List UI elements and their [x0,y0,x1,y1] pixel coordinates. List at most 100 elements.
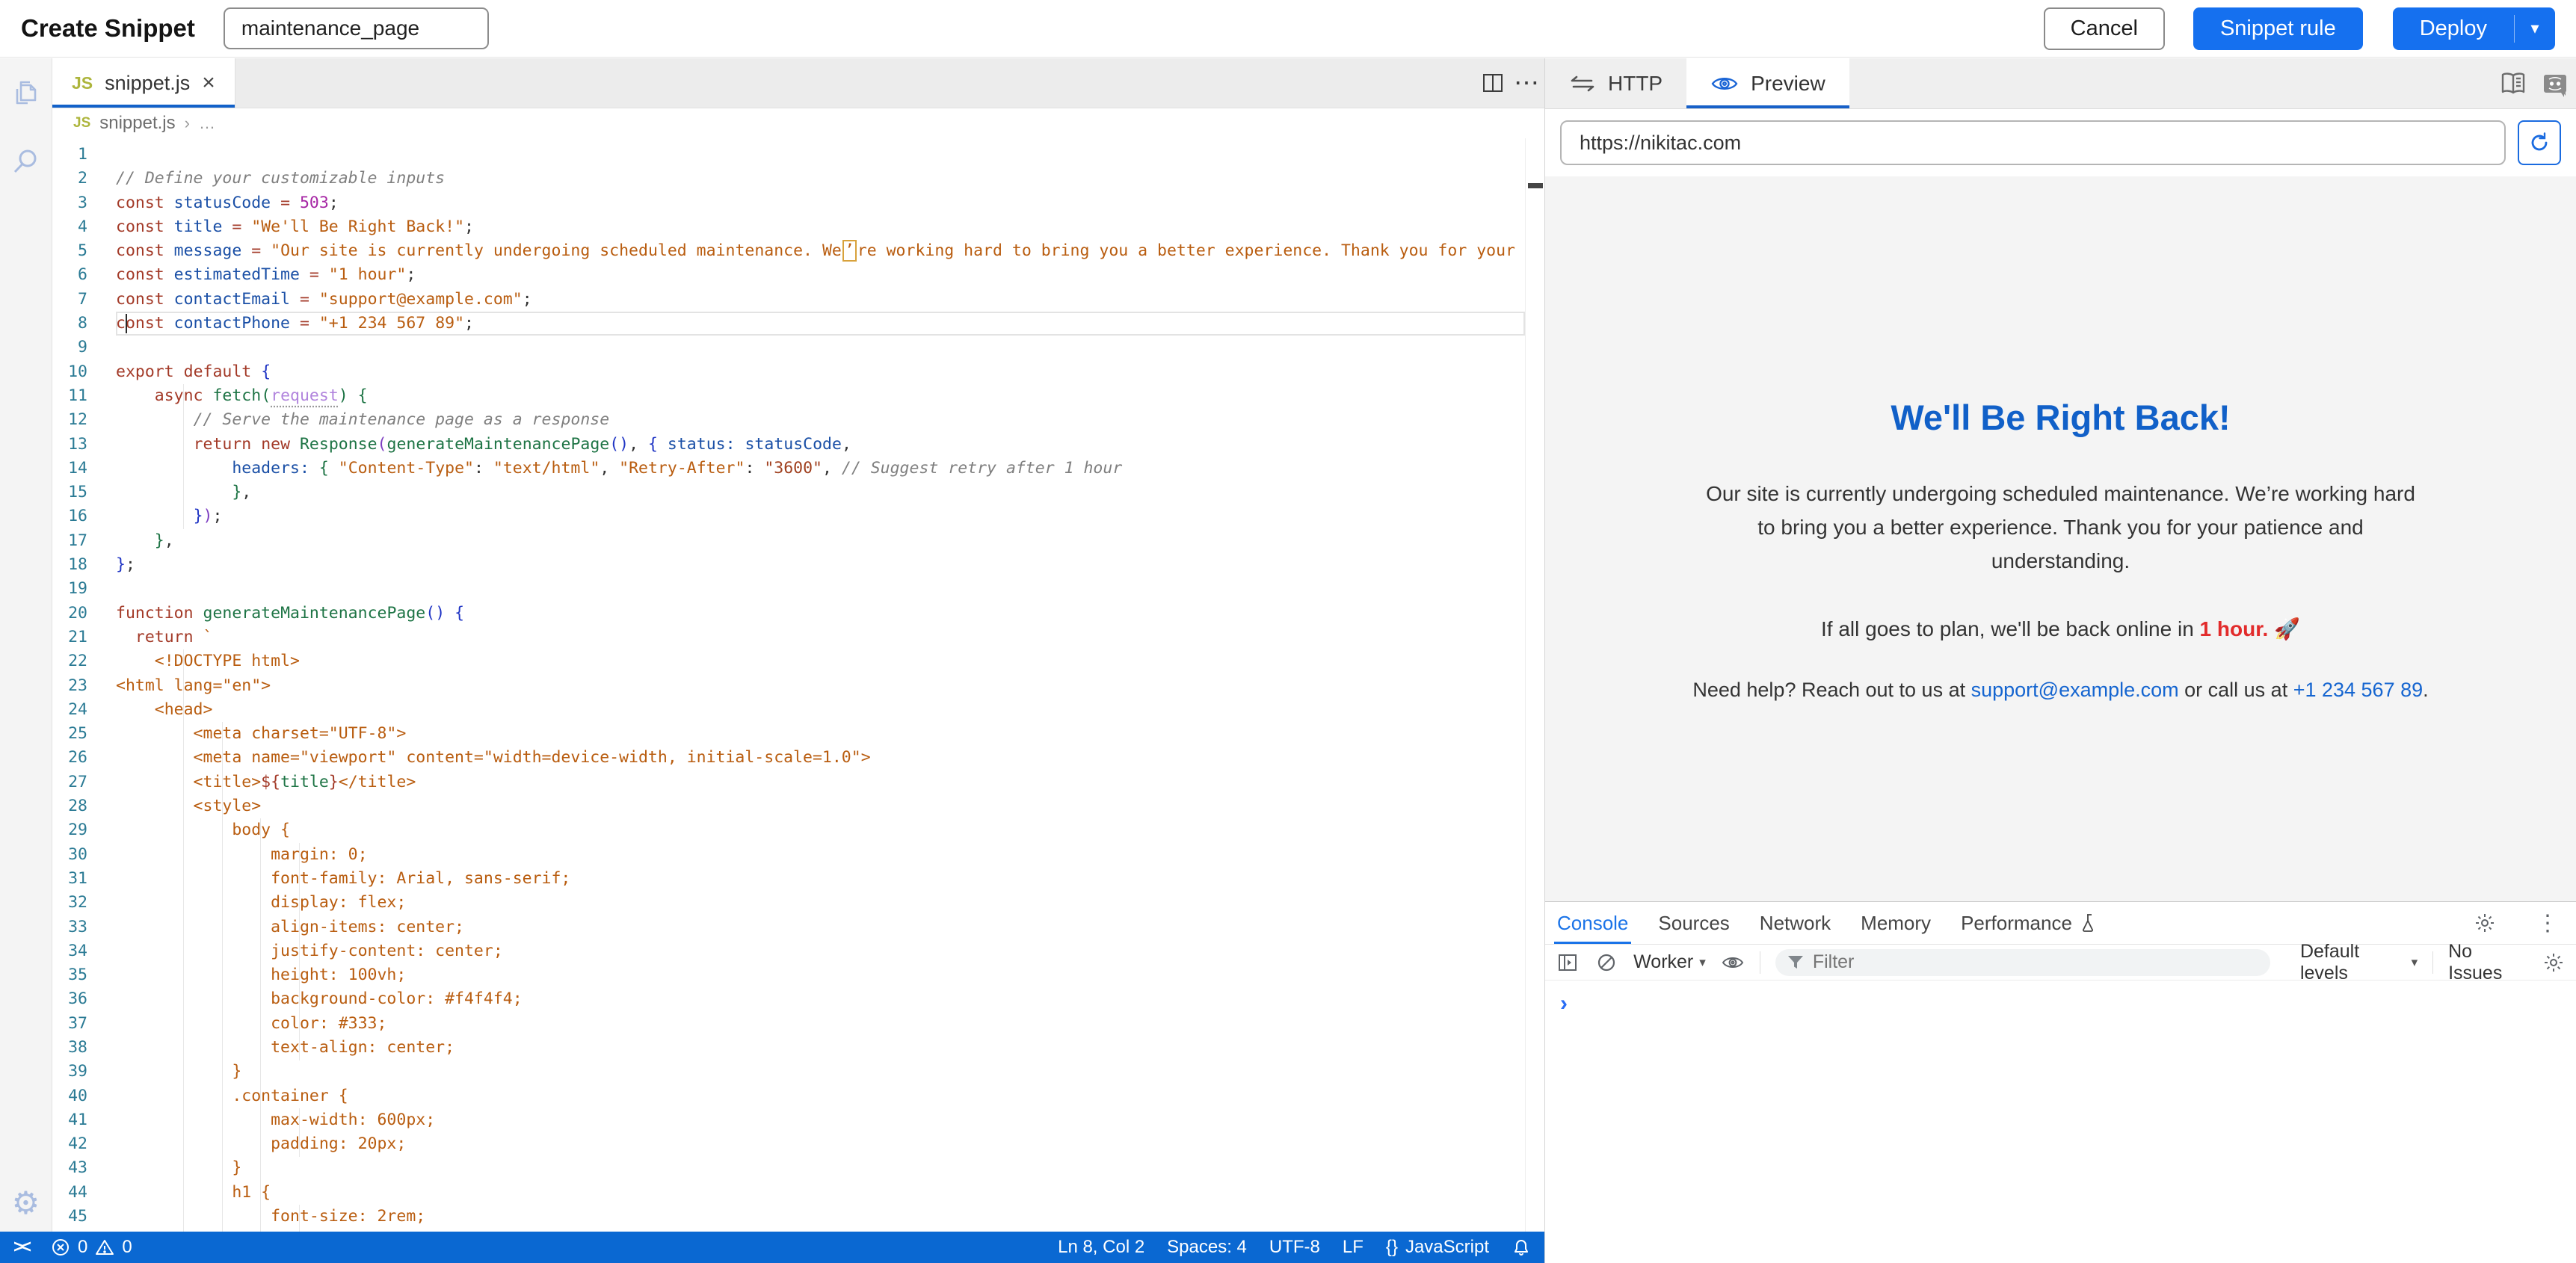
code-line[interactable]: 4const title = "We'll Be Right Back!"; [52,215,1525,239]
support-email-link[interactable]: support@example.com [1971,679,2179,701]
search-icon[interactable] [11,146,41,176]
code-line[interactable]: 39 } [52,1060,1525,1084]
more-actions-icon[interactable]: ⋯ [1510,58,1544,108]
code-line[interactable]: 11 async fetch(request) { [52,384,1525,408]
code-line[interactable]: 31 font-family: Arial, sans-serif; [52,867,1525,891]
code-line[interactable]: 8const contactPhone = "+1 234 567 89"; [52,312,1525,336]
refresh-button[interactable] [2518,120,2561,165]
code-line[interactable]: 40 .container { [52,1084,1525,1108]
code-line[interactable]: 12 // Serve the maintenance page as a re… [52,408,1525,432]
url-input[interactable] [1560,120,2506,165]
code-line[interactable]: 42 padding: 20px; [52,1132,1525,1156]
code-line[interactable]: 37 color: #333; [52,1012,1525,1036]
line-content [116,143,1525,167]
code-line[interactable]: 30 margin: 0; [52,843,1525,867]
tab-sources[interactable]: Sources [1658,902,1729,944]
snippet-name-input[interactable] [224,7,489,49]
code-line[interactable]: 36 background-color: #f4f4f4; [52,987,1525,1011]
deploy-button[interactable]: Deploy [2393,7,2514,50]
code-line[interactable]: 13 return new Response(generateMaintenan… [52,433,1525,457]
code-line[interactable]: 44 h1 { [52,1181,1525,1205]
log-levels-selector[interactable]: Default levels▾ [2300,941,2418,984]
line-content: function generateMaintenancePage() { [116,602,1525,626]
code-line[interactable]: 21 return ` [52,626,1525,649]
context-selector[interactable]: Worker▾ [1633,951,1706,973]
code-line[interactable]: 1 [52,143,1525,167]
tab-http[interactable]: HTTP [1545,58,1686,108]
code-line[interactable]: 45 font-size: 2rem; [52,1205,1525,1229]
code-line[interactable]: 16 }); [52,504,1525,528]
encoding-setting[interactable]: UTF-8 [1269,1237,1320,1258]
code-line[interactable]: 2// Define your customizable inputs [52,167,1525,191]
code-line[interactable]: 43 } [52,1156,1525,1180]
console-sidebar-icon[interactable] [1556,952,1580,973]
line-number: 31 [52,867,116,891]
code-line[interactable]: 5const message = "Our site is currently … [52,239,1525,263]
indentation-setting[interactable]: Spaces: 4 [1167,1237,1247,1258]
code-line[interactable]: 18}; [52,553,1525,577]
code-line[interactable]: 26 <meta name="viewport" content="width=… [52,746,1525,770]
live-expression-eye-icon[interactable] [1721,954,1745,972]
code-line[interactable]: 17 }, [52,529,1525,553]
code-line[interactable]: 33 align-items: center; [52,915,1525,939]
code-line[interactable]: 22 <!DOCTYPE html> [52,649,1525,673]
clear-console-icon[interactable] [1594,952,1618,973]
code-line[interactable]: 15 }, [52,481,1525,504]
code-line[interactable]: 20function generateMaintenancePage() { [52,602,1525,626]
console-output[interactable]: › [1545,981,2576,1263]
console-prompt[interactable]: › [1560,991,1568,1016]
breadcrumb[interactable]: JS snippet.js › … [52,108,1544,138]
tab-console[interactable]: Console [1557,902,1628,944]
code-line[interactable]: 6const estimatedTime = "1 hour"; [52,263,1525,287]
problems-indicator[interactable]: 0 0 [51,1237,132,1258]
discord-chat-icon[interactable] [2534,58,2576,108]
deploy-dropdown-button[interactable]: ▾ [2515,7,2555,50]
tab-memory[interactable]: Memory [1861,902,1931,944]
code-line[interactable]: 7const contactEmail = "support@example.c… [52,288,1525,312]
remote-indicator[interactable]: >< [13,1237,28,1258]
code-line[interactable]: 35 height: 100vh; [52,963,1525,987]
settings-gear-icon[interactable]: ⚙ [11,1188,41,1218]
code-line[interactable]: 23<html lang="en"> [52,674,1525,698]
code-line[interactable]: 41 max-width: 600px; [52,1108,1525,1132]
snippet-rule-button[interactable]: Snippet rule [2193,7,2363,50]
language-mode[interactable]: {} JavaScript [1386,1237,1489,1258]
code-line[interactable]: 46 color: #0056b3; [52,1229,1525,1232]
filter-input[interactable] [1813,951,2231,973]
issues-counter[interactable]: No Issues [2448,941,2527,984]
devtools-panel: Console Sources Network Memory Performan… [1545,901,2576,1263]
cursor-position[interactable]: Ln 8, Col 2 [1058,1237,1144,1258]
code-line[interactable]: 14 headers: { "Content-Type": "text/html… [52,457,1525,481]
code-line[interactable]: 38 text-align: center; [52,1036,1525,1060]
cancel-button[interactable]: Cancel [2044,7,2165,50]
docs-book-icon[interactable] [2492,58,2534,108]
notifications-bell-icon[interactable] [1512,1238,1531,1257]
code-line[interactable]: 27 <title>${title}</title> [52,771,1525,794]
line-number: 9 [52,336,116,359]
devtools-settings-gear-icon[interactable] [2468,902,2501,944]
tab-performance[interactable]: Performance [1961,902,2096,944]
code-line[interactable]: 10export default { [52,360,1525,384]
eol-setting[interactable]: LF [1343,1237,1364,1258]
code-editor[interactable]: 12// Define your customizable inputs3con… [52,138,1544,1232]
close-tab-icon[interactable]: × [202,70,215,96]
files-icon[interactable] [11,78,41,108]
tab-network[interactable]: Network [1760,902,1831,944]
code-line[interactable]: 34 justify-content: center; [52,939,1525,963]
phone-link[interactable]: +1 234 567 89 [2293,679,2423,701]
code-line[interactable]: 28 <style> [52,794,1525,818]
code-line[interactable]: 9 [52,336,1525,359]
split-editor-icon[interactable] [1476,58,1510,108]
code-line[interactable]: 25 <meta charset="UTF-8"> [52,722,1525,746]
code-line[interactable]: 24 <head> [52,698,1525,722]
console-settings-gear-icon[interactable] [2542,952,2566,973]
code-line[interactable]: 32 display: flex; [52,891,1525,915]
code-line[interactable]: 29 body { [52,818,1525,842]
tab-snippet-js[interactable]: JS snippet.js × [52,58,235,108]
code-line[interactable]: 3const statusCode = 503; [52,191,1525,215]
editor-scrollbar[interactable] [1525,138,1544,1232]
tab-preview[interactable]: Preview [1686,58,1849,108]
code-line[interactable]: 19 [52,577,1525,601]
console-filter[interactable] [1775,949,2270,976]
devtools-menu-dots-icon[interactable]: ⋮ [2531,902,2564,944]
